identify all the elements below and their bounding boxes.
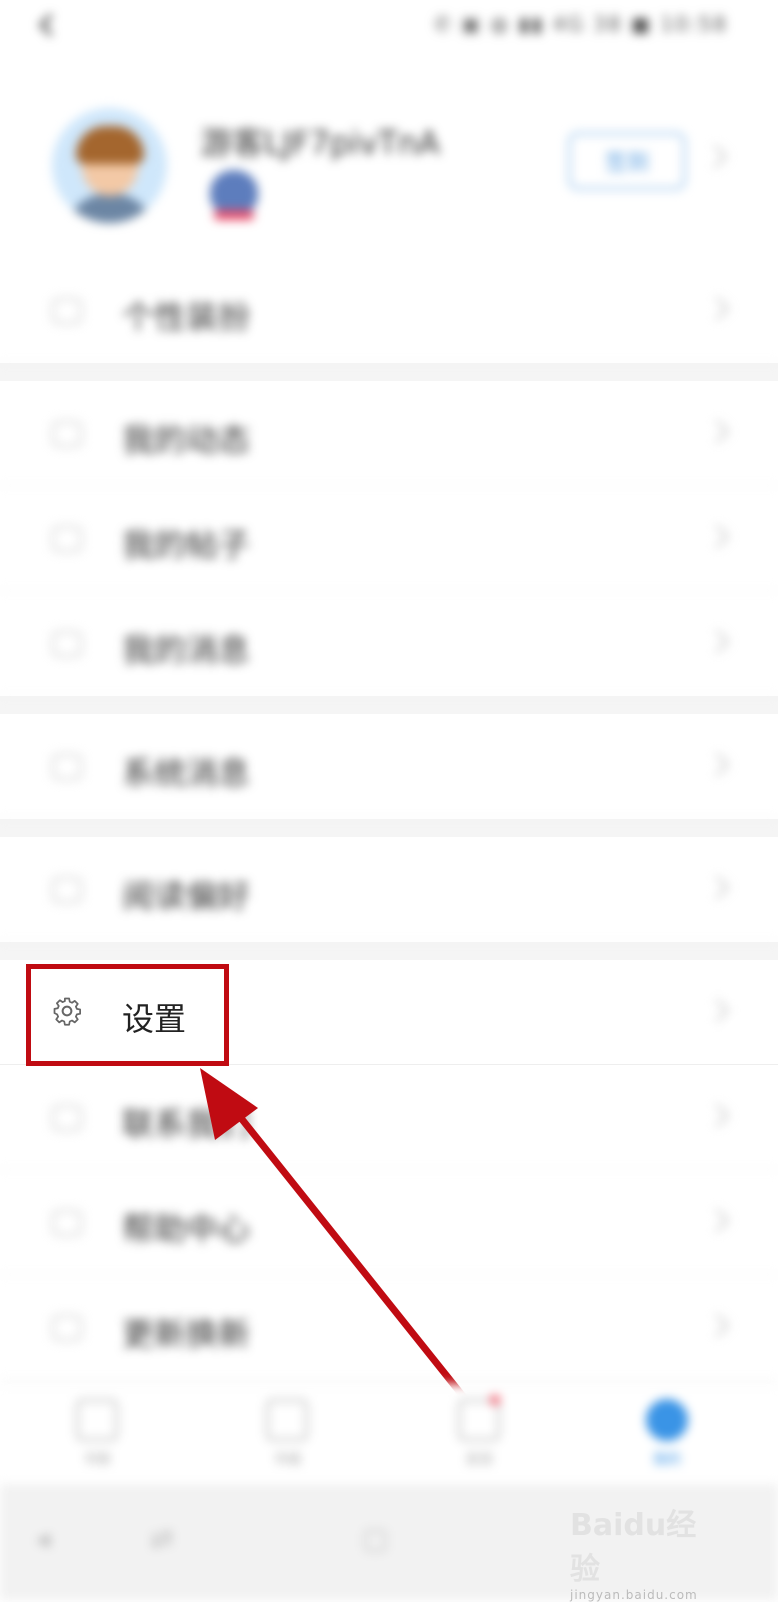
watermark: Baidu经验 jingyan.baidu.com	[570, 1500, 720, 1602]
help-icon	[50, 1206, 82, 1238]
reading-preference-icon	[50, 873, 82, 905]
chevron-right-icon	[705, 752, 730, 777]
tab-bookshelf[interactable]: 书架	[52, 1399, 142, 1479]
message-icon	[50, 627, 82, 659]
menu-item-label: 联系我们	[122, 1105, 251, 1143]
highlight-box	[26, 964, 229, 1066]
username: 游客LJF7pivTnA	[200, 124, 440, 162]
tab-label: 我的	[653, 1452, 681, 1468]
menu-item-reading-preference[interactable]: 阅读偏好	[0, 837, 778, 942]
chevron-right-icon	[705, 524, 730, 549]
menu-item-label: 我的消息	[122, 631, 251, 669]
menu-list: 个性装扮 我的动态 我的帖子 我的消息 系统消息 阅读偏好 设置 联系我们 帮助…	[0, 258, 778, 1380]
chevron-right-icon	[705, 1208, 730, 1233]
menu-item-label: 系统消息	[122, 754, 251, 792]
status-bar: ✆ ▣ ◍ ▮▮ 4G 38 ■ 10:58	[0, 0, 778, 52]
nav-back-icon[interactable]: ◂	[36, 1522, 50, 1555]
menu-item-label: 更新换新	[122, 1315, 251, 1353]
menu-item-label: 帮助中心	[122, 1210, 251, 1248]
menu-item-my-feed[interactable]: 我的动态	[0, 381, 778, 486]
chevron-right-icon	[705, 419, 730, 444]
menu-item-my-posts[interactable]: 我的帖子	[0, 486, 778, 591]
system-message-icon	[50, 750, 82, 782]
tab-label: 书城	[273, 1452, 301, 1468]
contact-icon	[50, 1101, 82, 1133]
chevron-right-icon	[705, 875, 730, 900]
menu-item-help-center[interactable]: 帮助中心	[0, 1170, 778, 1275]
profile-header[interactable]: 游客LJF7pivTnA 签到	[0, 90, 778, 240]
chevron-right-icon	[705, 629, 730, 654]
back-arrow-icon[interactable]	[38, 14, 60, 36]
sign-in-button[interactable]: 签到	[568, 132, 686, 190]
menu-item-label: 个性装扮	[122, 298, 251, 336]
menu-item-personalize[interactable]: 个性装扮	[0, 258, 778, 363]
tab-label: 书架	[83, 1452, 111, 1468]
personalize-icon	[50, 294, 82, 326]
tab-mine[interactable]: 我的	[622, 1399, 712, 1479]
chevron-right-icon	[705, 998, 730, 1023]
tab-bookstore[interactable]: 书城	[242, 1399, 332, 1479]
bottom-tab-bar: 书架 书城 发现 我的	[0, 1384, 778, 1485]
menu-item-update[interactable]: 更新换新	[0, 1275, 778, 1380]
nav-home-icon[interactable]: ▢	[362, 1522, 388, 1555]
update-icon	[50, 1311, 82, 1343]
menu-item-label: 阅读偏好	[122, 877, 251, 915]
menu-item-label: 我的帖子	[122, 526, 251, 564]
bookshelf-icon	[76, 1399, 118, 1441]
chevron-right-icon	[705, 296, 730, 321]
avatar[interactable]	[52, 108, 167, 223]
status-icons: ✆ ▣ ◍ ▮▮ 4G 38 ■ 10:58	[434, 12, 728, 36]
menu-item-my-messages[interactable]: 我的消息	[0, 591, 778, 696]
level-badge-icon	[210, 170, 258, 220]
chevron-right-icon	[705, 1103, 730, 1128]
menu-item-contact[interactable]: 联系我们	[0, 1065, 778, 1170]
menu-item-system-messages[interactable]: 系统消息	[0, 714, 778, 819]
chevron-right-icon	[705, 1313, 730, 1338]
tab-label: 发现	[465, 1452, 493, 1468]
feed-icon	[50, 417, 82, 449]
profile-icon	[646, 1399, 688, 1441]
notification-dot	[490, 1395, 500, 1405]
post-icon	[50, 522, 82, 554]
tab-discover[interactable]: 发现	[434, 1395, 524, 1479]
nav-switch-icon[interactable]: ⇄	[150, 1522, 173, 1555]
menu-item-label: 我的动态	[122, 421, 251, 459]
chevron-right-icon	[703, 144, 728, 169]
bookstore-icon	[266, 1399, 308, 1441]
watermark-brand: Baidu经验	[570, 1508, 697, 1587]
discover-icon	[458, 1399, 500, 1441]
